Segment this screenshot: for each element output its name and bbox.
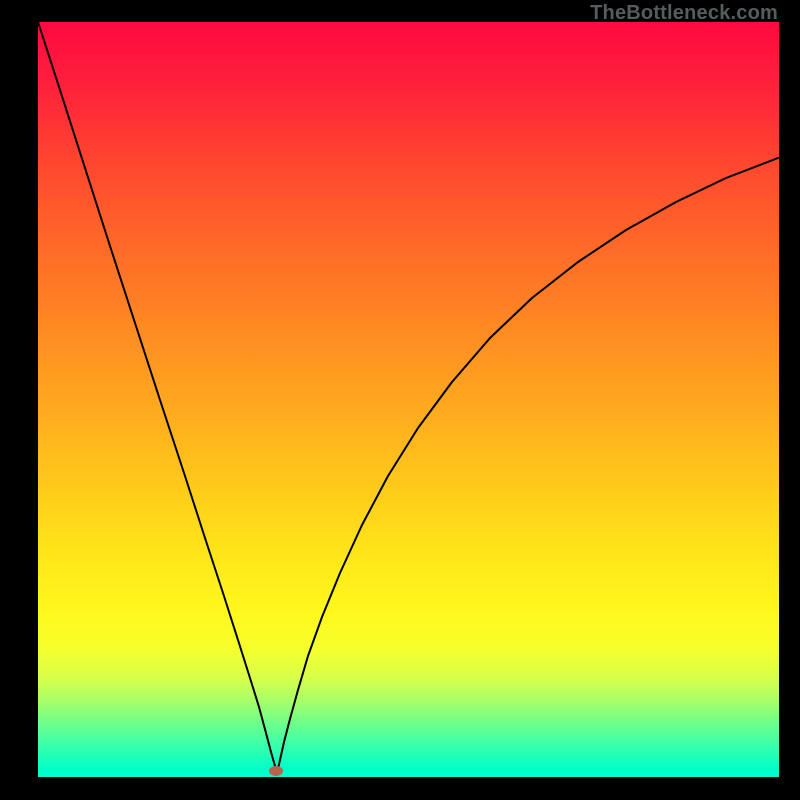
watermark-text: TheBottleneck.com	[590, 2, 778, 25]
chart-stage: TheBottleneck.com	[0, 0, 800, 800]
gradient-plot-background	[38, 22, 779, 777]
min-point-marker	[269, 766, 283, 776]
